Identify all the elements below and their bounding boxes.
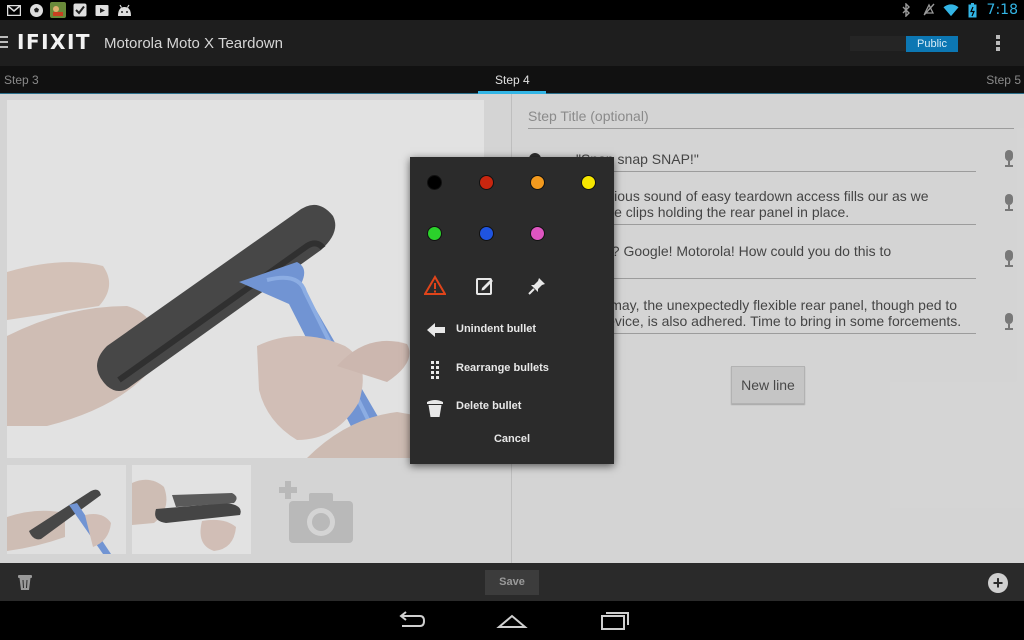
home-icon[interactable] <box>496 609 528 633</box>
bullet-options-popup: Unindent bullet Rearrange bullets Delete… <box>410 157 614 464</box>
status-bar: 7:18 <box>0 0 1024 20</box>
add-camera-icon <box>279 481 353 543</box>
color-swatch-black[interactable] <box>427 175 442 190</box>
step-title-field[interactable]: Step Title (optional) <box>528 108 1014 129</box>
guide-title: Motorola Moto X Teardown <box>104 35 283 52</box>
unindent-bullet-item[interactable]: Unindent bullet <box>410 315 614 345</box>
private-toggle-segment[interactable] <box>850 36 906 51</box>
bullet-text-field[interactable]: ur dismay, the unexpectedly flexible rea… <box>576 297 976 334</box>
delete-step-icon[interactable] <box>17 573 33 591</box>
menu-item-label: Rearrange bullets <box>456 362 549 374</box>
rearrange-bullets-item[interactable]: Rearrange bullets <box>410 354 614 384</box>
photo-thumbnails <box>7 465 376 554</box>
cancel-button[interactable]: Cancel <box>410 433 614 445</box>
bullet-text-field[interactable]: is this? Google! Motorola! How could you… <box>576 243 976 279</box>
soccer-ball-icon <box>28 2 44 18</box>
system-nav-bar <box>0 601 1024 640</box>
pin-icon[interactable] <box>526 275 548 297</box>
tab-step-current[interactable]: Step 4 <box>495 73 530 87</box>
color-swatch-blue[interactable] <box>479 226 494 241</box>
delete-bullet-item[interactable]: Delete bullet <box>410 392 614 422</box>
battery-icon <box>965 2 981 18</box>
save-button[interactable]: Save <box>485 570 539 595</box>
color-swatch-violet[interactable] <box>530 226 545 241</box>
action-bar: IFIXIT Motorola Moto X Teardown Public <box>0 20 1024 66</box>
mic-icon[interactable] <box>1004 150 1014 168</box>
trash-icon <box>426 398 444 417</box>
drawer-menu-icon[interactable] <box>0 36 8 50</box>
menu-item-label: Unindent bullet <box>456 323 537 335</box>
recent-apps-icon[interactable] <box>599 609 631 633</box>
arrow-left-icon <box>426 321 445 339</box>
color-swatch-orange[interactable] <box>530 175 545 190</box>
add-step-icon[interactable]: + <box>988 573 1008 593</box>
color-swatch-red[interactable] <box>479 175 494 190</box>
ifixit-logo[interactable]: IFIXIT <box>17 30 91 54</box>
drag-handle-icon <box>426 360 444 379</box>
play-store-icon <box>94 2 110 18</box>
mic-icon[interactable] <box>1004 194 1014 212</box>
thumbnail-2[interactable] <box>132 465 251 554</box>
mic-icon[interactable] <box>1004 313 1014 331</box>
add-photo-button[interactable] <box>257 465 376 554</box>
step-tabs: Step 3 Step 4 Step 5 <box>0 66 1024 94</box>
note-icon[interactable] <box>474 275 496 297</box>
tab-step-prev[interactable]: Step 3 <box>4 73 39 87</box>
android-icon <box>116 2 132 18</box>
mute-icon <box>921 2 937 18</box>
back-icon[interactable] <box>394 609 426 633</box>
checkmark-icon <box>72 2 88 18</box>
mic-icon[interactable] <box>1004 250 1014 268</box>
color-swatch-yellow[interactable] <box>581 175 596 190</box>
bluetooth-icon <box>899 2 915 18</box>
overflow-menu-icon[interactable] <box>995 35 1001 53</box>
color-swatch-green[interactable] <box>427 226 442 241</box>
thumbnail-1[interactable] <box>7 465 126 554</box>
bullet-text-field[interactable]: "Snap snap SNAP!" <box>576 151 976 172</box>
game-app-icon <box>50 2 66 18</box>
menu-item-label: Delete bullet <box>456 400 522 412</box>
tab-step-next[interactable]: Step 5 <box>986 73 1021 87</box>
new-line-button[interactable]: New line <box>731 366 805 404</box>
wifi-icon <box>943 2 959 18</box>
gmail-icon <box>6 2 22 18</box>
bottom-bar: Save + <box>0 563 1024 601</box>
bullet-text-field[interactable]: melodious sound of easy teardown access … <box>576 188 976 225</box>
public-toggle-button[interactable]: Public <box>906 36 958 52</box>
clock: 7:18 <box>986 2 1018 18</box>
warning-icon[interactable] <box>423 275 447 297</box>
